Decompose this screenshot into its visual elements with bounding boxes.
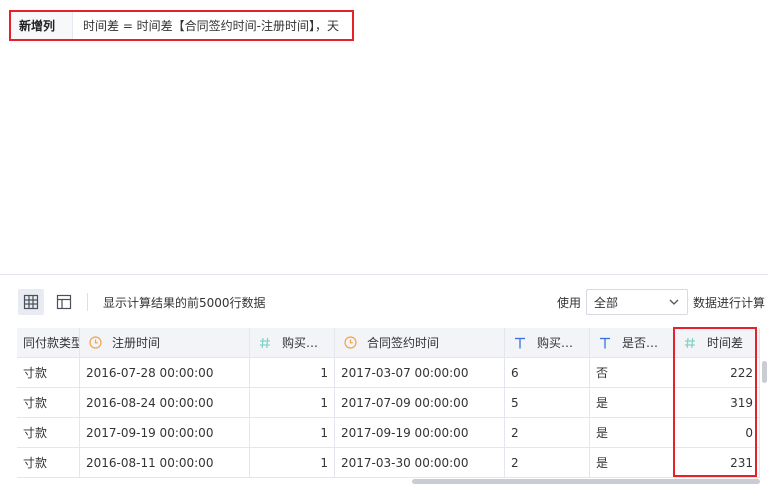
data-table: 同付款类型 注册时间 购买… 合同签约时间 购买… 是否… 时间差 寸款 201… (17, 328, 760, 478)
table-header-row: 同付款类型 注册时间 购买… 合同签约时间 购买… 是否… 时间差 (17, 328, 760, 358)
table-row[interactable]: 寸款 2016-08-24 00:00:00 1 2017-07-09 00:0… (17, 388, 760, 418)
new-column-label: 新增列 (11, 12, 73, 39)
table-cell[interactable]: 2017-07-09 00:00:00 (335, 388, 505, 418)
text-icon (513, 336, 527, 350)
column-header[interactable]: 时间差 (675, 328, 760, 358)
table-cell[interactable]: 是 (590, 418, 675, 448)
clock-icon (88, 336, 102, 350)
column-header-label: 是否… (622, 336, 659, 350)
table-cell[interactable]: 2017-03-07 00:00:00 (335, 358, 505, 388)
column-header-label: 购买… (282, 336, 319, 350)
layout-view-button[interactable] (51, 289, 77, 315)
calculate-suffix-text: 数据进行计算 (693, 296, 766, 310)
table-row[interactable]: 寸款 2016-07-28 00:00:00 1 2017-03-07 00:0… (17, 358, 760, 388)
column-header-label: 时间差 (707, 336, 744, 350)
use-label: 使用 (557, 296, 582, 310)
hash-icon (683, 336, 697, 350)
preview-panel: 显示计算结果的前5000行数据 使用 全部 数据进行计算 同付款类型 注册时间 (0, 274, 768, 485)
table-cell[interactable]: 222 (675, 358, 760, 388)
table-cell[interactable]: 1 (250, 358, 335, 388)
column-header[interactable]: 购买… (250, 328, 335, 358)
table-cell[interactable]: 2017-09-19 00:00:00 (335, 418, 505, 448)
table-cell[interactable]: 6 (505, 358, 590, 388)
table-cell[interactable]: 5 (505, 388, 590, 418)
table-cell[interactable]: 1 (250, 388, 335, 418)
column-header[interactable]: 合同签约时间 (335, 328, 505, 358)
grid-view-button[interactable] (18, 289, 44, 315)
column-header[interactable]: 同付款类型 (17, 328, 80, 358)
data-scope-value: 全部 (594, 295, 619, 310)
formula-expression[interactable]: 时间差 = 时间差【合同签约时间-注册时间】，天 (73, 17, 339, 34)
text-icon (598, 336, 612, 350)
column-header[interactable]: 购买… (505, 328, 590, 358)
preview-toolbar: 显示计算结果的前5000行数据 使用 全部 数据进行计算 (0, 275, 768, 327)
table-cell[interactable]: 2017-03-30 00:00:00 (335, 448, 505, 478)
table-cell[interactable]: 寸款 (17, 388, 80, 418)
table-cell[interactable]: 2 (505, 448, 590, 478)
column-header-label: 购买… (537, 336, 574, 350)
column-header-label: 合同签约时间 (367, 336, 440, 350)
table-cell[interactable]: 231 (675, 448, 760, 478)
table-cell[interactable]: 否 (590, 358, 675, 388)
column-header-label: 同付款类型 (23, 336, 80, 350)
horizontal-scrollbar[interactable] (412, 479, 760, 484)
column-header-label: 注册时间 (112, 336, 161, 350)
table-cell[interactable]: 2017-09-19 00:00:00 (80, 418, 250, 448)
table-row[interactable]: 寸款 2016-08-11 00:00:00 1 2017-03-30 00:0… (17, 448, 760, 478)
column-header[interactable]: 是否… (590, 328, 675, 358)
result-info-text: 显示计算结果的前5000行数据 (103, 296, 266, 310)
table-cell[interactable]: 是 (590, 448, 675, 478)
table-cell[interactable]: 0 (675, 418, 760, 448)
table-cell[interactable]: 2 (505, 418, 590, 448)
formula-bar: 新增列 时间差 = 时间差【合同签约时间-注册时间】，天 (9, 10, 354, 41)
toolbar-divider (87, 293, 88, 311)
table-row[interactable]: 寸款 2017-09-19 00:00:00 1 2017-09-19 00:0… (17, 418, 760, 448)
hash-icon (258, 336, 272, 350)
chevron-down-icon (669, 299, 679, 305)
vertical-scrollbar[interactable] (762, 361, 767, 383)
table-cell[interactable]: 2016-07-28 00:00:00 (80, 358, 250, 388)
clock-icon (343, 336, 357, 350)
table-cell[interactable]: 是 (590, 388, 675, 418)
column-header[interactable]: 注册时间 (80, 328, 250, 358)
data-scope-select[interactable]: 全部 (586, 289, 688, 315)
table-cell[interactable]: 2016-08-24 00:00:00 (80, 388, 250, 418)
table-cell[interactable]: 寸款 (17, 418, 80, 448)
grid-icon (23, 294, 39, 310)
layout-icon (56, 294, 72, 310)
table-cell[interactable]: 1 (250, 418, 335, 448)
table-cell[interactable]: 2016-08-11 00:00:00 (80, 448, 250, 478)
table-cell[interactable]: 1 (250, 448, 335, 478)
table-cell[interactable]: 319 (675, 388, 760, 418)
table-cell[interactable]: 寸款 (17, 448, 80, 478)
table-cell[interactable]: 寸款 (17, 358, 80, 388)
